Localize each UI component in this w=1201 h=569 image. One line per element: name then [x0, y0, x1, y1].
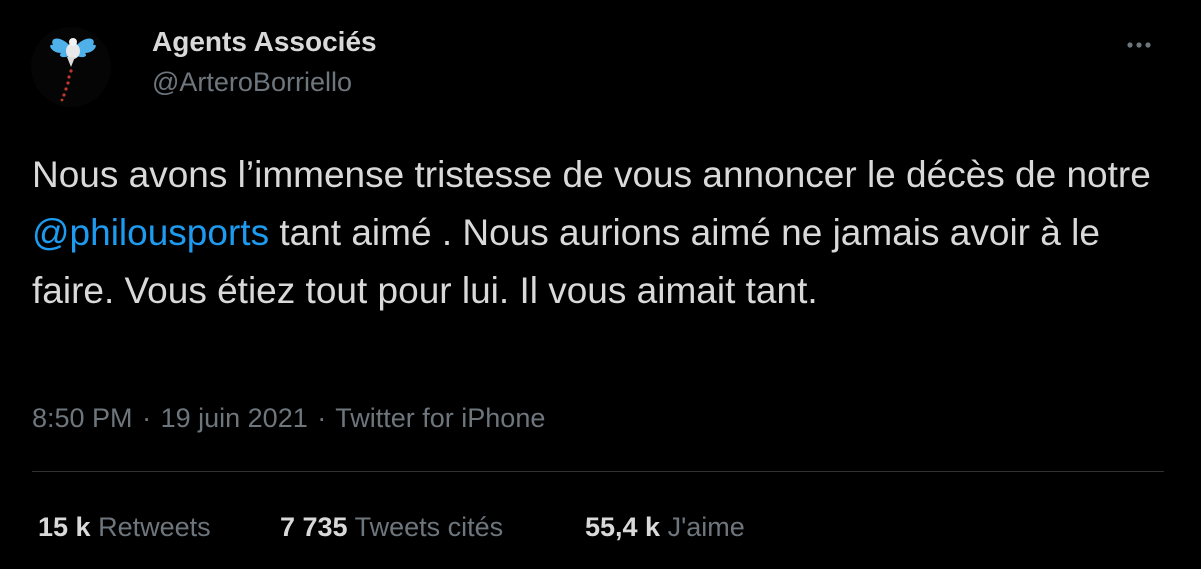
likes-stat[interactable]: 55,4 k J'aime [585, 510, 745, 544]
tweet-text-part: Nous avons l’immense tristesse de vous a… [32, 154, 1151, 195]
retweets-count: 15 k [38, 512, 91, 542]
tweet-date[interactable]: 19 juin 2021 [161, 403, 308, 433]
likes-label: J'aime [667, 512, 745, 542]
tweet-card: Agents Associés @ArteroBorriello Nous av… [0, 0, 1201, 569]
author-handle[interactable]: @ArteroBorriello [152, 66, 352, 98]
tweet-time[interactable]: 8:50 PM [32, 403, 133, 433]
more-dots-icon [1127, 42, 1151, 48]
retweets-label: Retweets [98, 512, 211, 542]
likes-count: 55,4 k [585, 512, 661, 542]
quotes-stat[interactable]: 7 735 Tweets cités [280, 510, 503, 544]
angel-bird-icon [50, 38, 96, 102]
meta-separator: · [142, 403, 152, 433]
tweet-text: Nous avons l’immense tristesse de vous a… [32, 146, 1172, 320]
meta-separator: · [317, 403, 327, 433]
tweet-meta: 8:50 PM · 19 juin 2021 · Twitter for iPh… [32, 401, 545, 435]
avatar[interactable] [31, 27, 111, 107]
mention-link[interactable]: @philousports [32, 212, 269, 253]
retweets-stat[interactable]: 15 k Retweets [38, 510, 211, 544]
quotes-label: Tweets cités [354, 512, 504, 542]
divider [32, 471, 1164, 472]
more-options-button[interactable] [1122, 30, 1156, 56]
quotes-count: 7 735 [280, 512, 348, 542]
author-name[interactable]: Agents Associés [152, 25, 377, 59]
tweet-source[interactable]: Twitter for iPhone [335, 403, 545, 433]
